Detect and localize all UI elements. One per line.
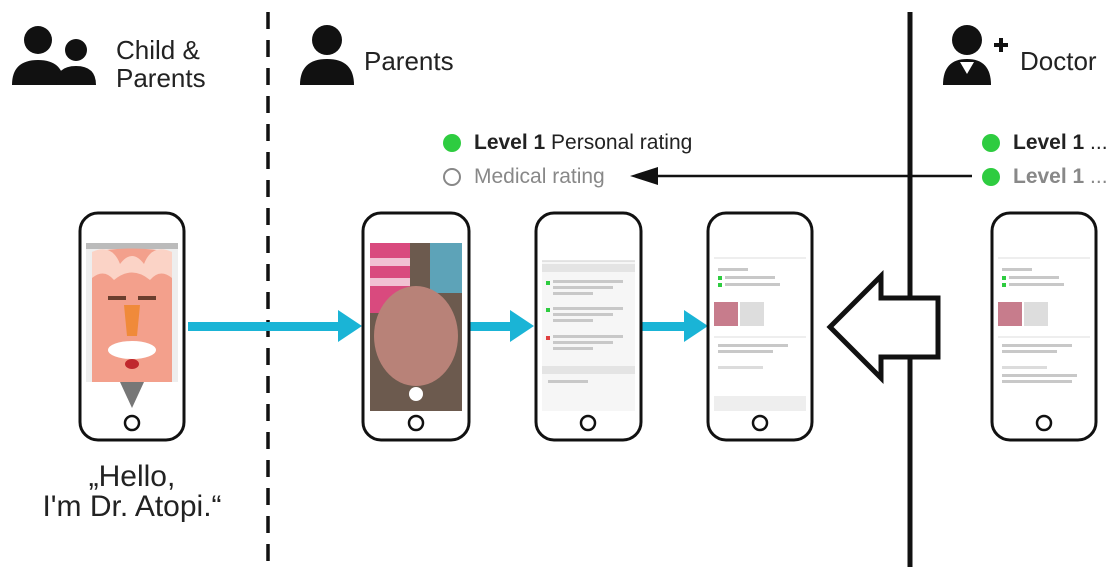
doctor-rating-row1-text: ... <box>1084 131 1108 154</box>
doctor-rating-row1-bold: Level 1 <box>1013 131 1085 154</box>
doctor-rating-row2: Level 1 ... <box>1013 165 1108 189</box>
person-icon <box>300 25 354 85</box>
rating-arrow-head <box>630 167 658 185</box>
phone-list <box>534 211 643 442</box>
phone-doctor <box>990 211 1098 442</box>
role-label-doctor: Doctor <box>1020 46 1097 76</box>
flow-arrow-1 <box>188 310 362 342</box>
role-label-parents: Parents <box>364 46 454 76</box>
rating-level1: Level 1 Personal rating <box>474 131 692 155</box>
role-label-child-line2: Parents <box>116 63 206 93</box>
role-label-child-line1: Child & <box>116 35 200 65</box>
greeting-quote-line1: „Hello, <box>88 460 176 493</box>
rating-medical: Medical rating <box>474 165 605 188</box>
greeting-quote-line2: I'm Dr. Atopi.“ <box>42 490 222 523</box>
family-icon <box>12 26 96 85</box>
doctor-rating-row1: Level 1 ... <box>1013 131 1108 155</box>
dr-atopi-avatar <box>86 248 178 408</box>
doctor-rating-row2-bold: Level 1 <box>1013 165 1085 188</box>
handoff-arrow <box>826 269 941 385</box>
doctor-add-icon <box>943 25 1008 85</box>
rating-level1-bold: Level 1 <box>474 131 546 154</box>
flow-arrow-2 <box>470 310 534 342</box>
status-dot-green <box>443 134 461 152</box>
doctor-rating-row2-text: ... <box>1084 165 1108 188</box>
phone-photo <box>361 211 471 442</box>
flow-arrow-3 <box>642 310 708 342</box>
status-dot-empty <box>443 168 461 186</box>
doctor-status-dot-2 <box>982 168 1000 186</box>
greeting-quote: „Hello, I'm Dr. Atopi.“ <box>40 462 224 522</box>
doctor-status-dot-1 <box>982 134 1000 152</box>
role-label-child-parents: Child & Parents <box>116 36 206 92</box>
rating-level1-text: Personal rating <box>545 131 693 154</box>
phone-dr-atopi <box>78 211 186 442</box>
phone-detail <box>706 211 814 442</box>
